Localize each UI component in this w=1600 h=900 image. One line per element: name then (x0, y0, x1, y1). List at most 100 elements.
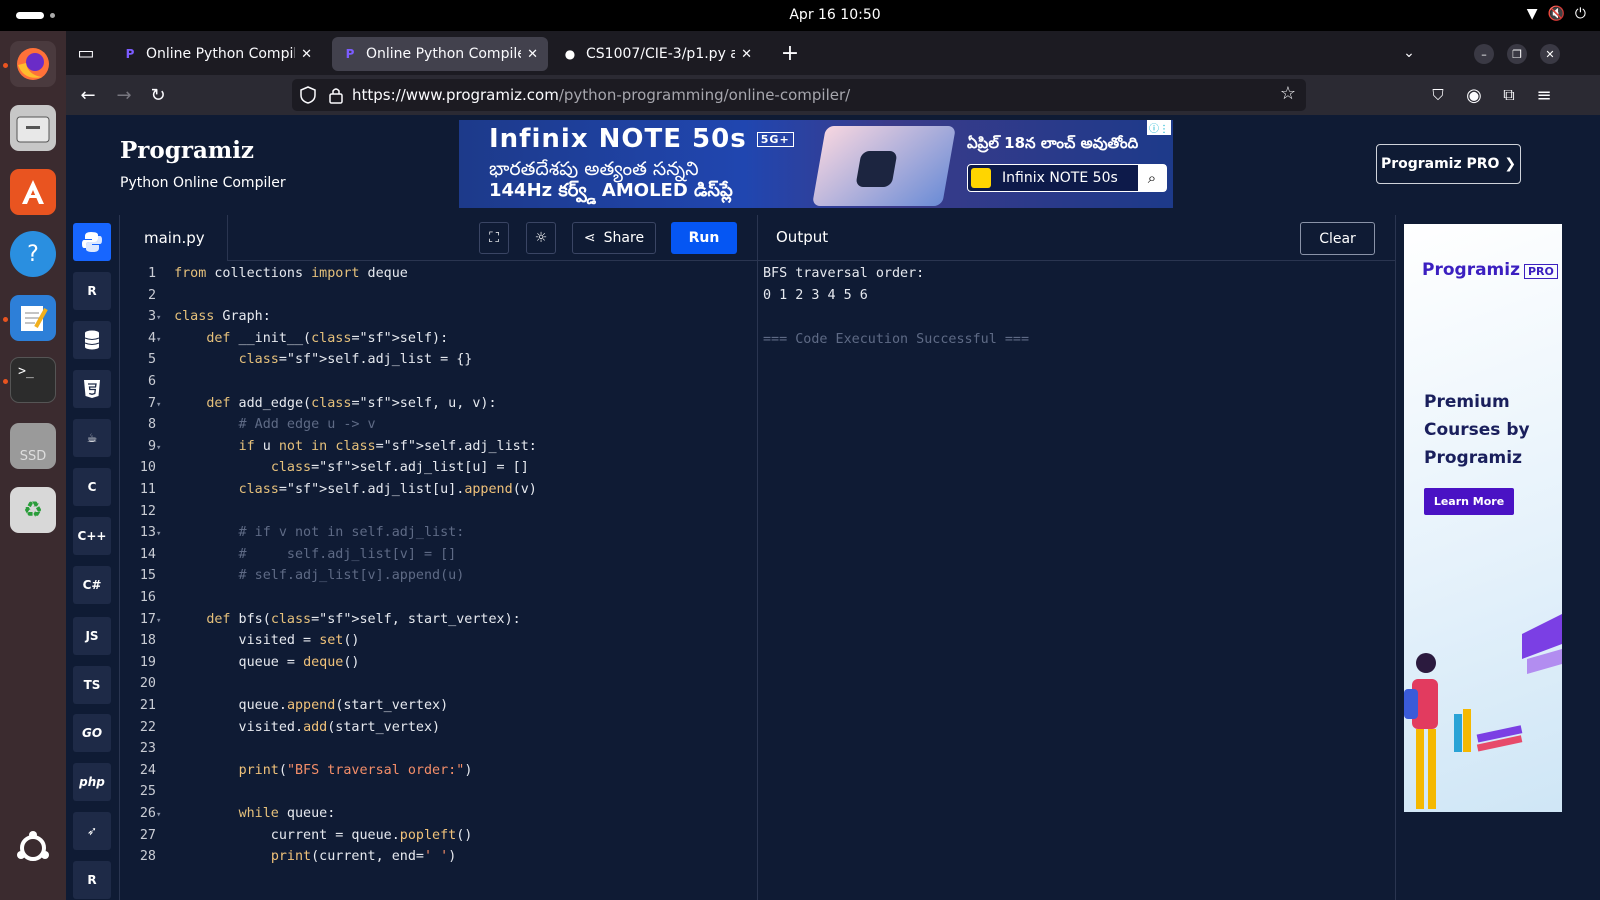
close-window-icon[interactable]: ✕ (1540, 44, 1560, 64)
code-line[interactable]: 8 # Add edge u -> v (120, 414, 750, 436)
shield-icon[interactable] (300, 86, 316, 104)
code-line[interactable]: 14 # self.adj_list[v] = [] (120, 544, 750, 566)
system-tray[interactable]: ▼ 🔇 ⏻ (1527, 6, 1586, 22)
rust-icon[interactable]: R (73, 861, 111, 899)
restore-icon[interactable]: ❐ (1507, 44, 1527, 64)
code-line[interactable]: 1 from collections import deque (120, 263, 750, 285)
close-icon[interactable]: ✕ (741, 47, 752, 62)
file-tab-main-py[interactable]: main.py (120, 215, 228, 261)
close-icon[interactable]: ✕ (527, 47, 538, 62)
code-line[interactable]: 18 visited = set() (120, 630, 750, 652)
output-text[interactable]: BFS traversal order: 0 1 2 3 4 5 6 === Cod… (763, 263, 1029, 351)
text-editor-icon[interactable] (10, 295, 56, 341)
ssd-drive-icon[interactable]: SSD (10, 423, 56, 469)
code-line[interactable]: 16 (120, 587, 750, 609)
swift-icon[interactable]: ➶ (73, 812, 111, 850)
code-line[interactable]: 12 (120, 501, 750, 523)
bookmark-star-icon[interactable]: ☆ (1280, 83, 1296, 104)
clock[interactable]: Apr 16 10:50 (0, 7, 1600, 23)
tab-github-p1[interactable]: ● CS1007/CIE-3/p1.py at ma ✕ (552, 37, 762, 71)
reload-icon[interactable]: ↻ (146, 83, 170, 107)
java-icon[interactable]: ☕ (73, 419, 111, 457)
fold-arrow-icon[interactable]: ▾ (156, 437, 166, 459)
fold-arrow-icon[interactable]: ▾ (156, 804, 166, 826)
code-line[interactable]: 5 class="sf">self.adj_list = {} (120, 349, 750, 371)
sql-database-icon[interactable] (73, 321, 111, 359)
code-line[interactable]: 2 (120, 285, 750, 307)
c-language-icon[interactable]: C (73, 468, 111, 506)
code-line[interactable]: 26▾ while queue: (120, 803, 750, 825)
close-icon[interactable]: ✕ (301, 47, 312, 62)
code-line[interactable]: 17▾ def bfs(class="sf">self, start_verte… (120, 609, 750, 631)
address-bar[interactable]: https://www.programiz.com/python-program… (292, 79, 1306, 111)
javascript-icon[interactable]: JS (73, 617, 111, 655)
code-line[interactable]: 23 (120, 738, 750, 760)
fold-arrow-icon[interactable]: ▾ (156, 329, 166, 351)
run-button[interactable]: Run (671, 222, 737, 254)
ad-info-icon[interactable]: ⓘ⋮ (1147, 120, 1171, 135)
clear-button[interactable]: Clear (1300, 222, 1375, 255)
r-language-icon[interactable]: R (73, 272, 111, 310)
files-icon[interactable] (10, 105, 56, 151)
code-area[interactable]: 1 from collections import deque 2 3▾ clas… (120, 263, 758, 900)
code-line[interactable]: 25 (120, 781, 750, 803)
extensions-icon[interactable]: ⧉ (1497, 83, 1521, 107)
code-line[interactable]: 13▾ # if v not in self.adj_list: (120, 522, 750, 544)
programiz-logo[interactable]: Programiz (120, 137, 254, 164)
banner-ad[interactable]: Infinix NOTE 50s 5G+ భారతదేశపు అత్యంత సన… (459, 120, 1173, 208)
code-line[interactable]: 21 queue.append(start_vertex) (120, 695, 750, 717)
code-line[interactable]: 7▾ def add_edge(class="sf">self, u, v): (120, 393, 750, 415)
lock-icon[interactable] (328, 86, 344, 104)
back-icon[interactable]: ← (76, 83, 100, 107)
code-line[interactable]: 6 (120, 371, 750, 393)
minimize-icon[interactable]: – (1474, 44, 1494, 64)
code-line[interactable]: 20 (120, 673, 750, 695)
python-icon[interactable] (73, 223, 111, 261)
fullscreen-icon[interactable]: ⛶ (479, 222, 509, 254)
php-icon[interactable]: php (73, 763, 111, 801)
html5-icon[interactable] (73, 370, 111, 408)
url-text[interactable]: https://www.programiz.com/python-program… (352, 86, 850, 104)
csharp-language-icon[interactable]: C# (73, 566, 111, 604)
fold-arrow-icon[interactable]: ▾ (156, 523, 166, 545)
code-line[interactable]: 11 class="sf">self.adj_list[u].append(v) (120, 479, 750, 501)
code-line[interactable]: 15 # self.adj_list[v].append(u) (120, 565, 750, 587)
tab-python-compiler-2[interactable]: P Online Python Compiler ( ✕ (332, 37, 548, 71)
code-line[interactable]: 24 print("BFS traversal order:") (120, 760, 750, 782)
cpp-language-icon[interactable]: C++ (73, 517, 111, 555)
code-line[interactable]: 27 current = queue.popleft() (120, 825, 750, 847)
app-center-icon[interactable] (10, 169, 56, 215)
programiz-pro-button[interactable]: Programiz PRO ❯ (1376, 144, 1521, 184)
new-tab-icon[interactable]: + (778, 41, 802, 66)
theme-toggle-icon[interactable]: ☼ (526, 222, 556, 254)
fold-arrow-icon[interactable]: ▾ (156, 394, 166, 416)
fold-arrow-icon[interactable]: ▾ (156, 307, 166, 329)
account-icon[interactable]: ◉ (1462, 83, 1486, 107)
go-language-icon[interactable]: GO (73, 714, 111, 752)
tab-list-chevron-icon[interactable]: ⌄ (1397, 41, 1421, 65)
firefox-icon[interactable] (10, 41, 56, 87)
code-line[interactable]: 28 print(current, end=' ') (120, 846, 750, 868)
code-line[interactable]: 3▾ class Graph: (120, 306, 750, 328)
tab-overview-icon[interactable]: ▭ (74, 41, 98, 65)
trash-icon[interactable]: ♻ (10, 487, 56, 533)
share-button[interactable]: ⋖ Share (572, 222, 656, 254)
fold-arrow-icon[interactable]: ▾ (156, 610, 166, 632)
show-apps-icon[interactable] (10, 825, 56, 871)
typescript-icon[interactable]: TS (73, 666, 111, 704)
pocket-icon[interactable]: ⛉ (1426, 83, 1450, 107)
programiz-pro-ad[interactable]: Programiz PRO Premium Courses by Programi… (1404, 224, 1562, 812)
ad-search-pill[interactable]: Infinix NOTE 50s ⌕ (967, 164, 1167, 192)
menu-icon[interactable]: ≡ (1532, 83, 1556, 107)
learn-more-button[interactable]: Learn More (1424, 488, 1514, 515)
code-line[interactable]: 9▾ if u not in class="sf">self.adj_list: (120, 436, 750, 458)
tab-python-compiler-1[interactable]: P Online Python Compiler ( ✕ (112, 37, 322, 71)
code-line[interactable]: 4▾ def __init__(class="sf">self): (120, 328, 750, 350)
code-line[interactable]: 22 visited.add(start_vertex) (120, 717, 750, 739)
code-line[interactable]: 19 queue = deque() (120, 652, 750, 674)
terminal-icon[interactable]: >_ (10, 357, 56, 403)
code-line[interactable]: 10 class="sf">self.adj_list[u] = [] (120, 457, 750, 479)
help-icon[interactable]: ? (10, 231, 56, 277)
forward-icon[interactable]: → (112, 83, 136, 107)
search-icon[interactable]: ⌕ (1138, 165, 1166, 191)
